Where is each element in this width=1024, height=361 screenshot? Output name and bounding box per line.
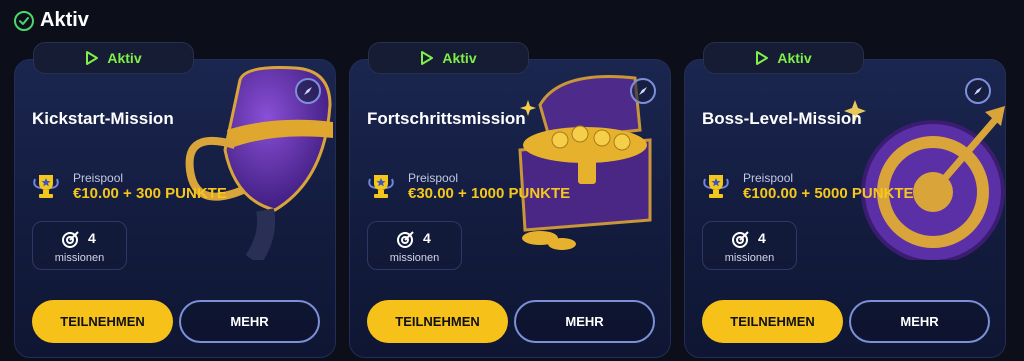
section-header: Aktiv	[14, 9, 89, 32]
compass-info-icon[interactable]	[295, 78, 321, 104]
play-icon	[421, 51, 434, 65]
missions-count: 4	[423, 230, 431, 246]
missions-count: 4	[88, 230, 96, 246]
status-label: Aktiv	[442, 50, 477, 66]
join-button[interactable]: TEILNEHMEN	[702, 300, 843, 343]
pool-label: Preispool	[743, 171, 794, 185]
mission-card-fortschritt: Aktiv Fortschrittsmission Preispool €30.…	[349, 42, 671, 358]
prize-trophy-icon	[703, 175, 729, 198]
target-icon	[62, 231, 79, 248]
section-title: Aktiv	[40, 9, 89, 31]
prize-trophy-icon	[33, 175, 59, 198]
compass-info-icon[interactable]	[965, 78, 991, 104]
card-title: Fortschrittsmission	[367, 109, 526, 128]
target-icon	[397, 231, 414, 248]
join-button[interactable]: TEILNEHMEN	[32, 300, 173, 343]
missions-count-box: 4 missionen	[32, 221, 127, 270]
play-icon	[86, 51, 99, 65]
pool-value: €30.00 + 1000 PUNKTE	[408, 185, 571, 202]
missions-count: 4	[758, 230, 766, 246]
play-icon	[756, 51, 769, 65]
join-button[interactable]: TEILNEHMEN	[367, 300, 508, 343]
more-button[interactable]: MEHR	[849, 300, 990, 343]
pool-label: Preispool	[73, 171, 124, 185]
prize-trophy-icon	[368, 175, 394, 198]
status-tab: Aktiv	[368, 42, 529, 74]
check-circle-icon	[14, 10, 34, 31]
mission-card-kickstart: Aktiv Kickstart-Mission Preispool €10.00…	[14, 42, 336, 358]
missions-count-box: 4 missionen	[367, 221, 462, 270]
pool-value: €10.00 + 300 PUNKTE	[73, 185, 227, 202]
mission-card-boss-level: Aktiv Boss-Level-Mission Preispool €100.…	[684, 42, 1006, 358]
mission-card-body: Fortschrittsmission Preispool €30.00 + 1…	[349, 59, 671, 358]
missions-label: missionen	[54, 252, 105, 264]
card-title: Kickstart-Mission	[32, 109, 174, 128]
target-icon	[732, 231, 749, 248]
compass-info-icon[interactable]	[630, 78, 656, 104]
status-label: Aktiv	[777, 50, 812, 66]
status-label: Aktiv	[107, 50, 142, 66]
more-button[interactable]: MEHR	[179, 300, 320, 343]
more-button[interactable]: MEHR	[514, 300, 655, 343]
status-tab: Aktiv	[33, 42, 194, 74]
missions-count-box: 4 missionen	[702, 221, 797, 270]
status-tab: Aktiv	[703, 42, 864, 74]
mission-card-body: Kickstart-Mission Preispool €10.00 + 300…	[14, 59, 336, 358]
missions-label: missionen	[389, 252, 440, 264]
missions-label: missionen	[724, 252, 775, 264]
pool-label: Preispool	[408, 171, 459, 185]
pool-value: €100.00 + 5000 PUNKTE	[743, 185, 914, 202]
mission-card-body: Boss-Level-Mission Preispool €100.00 + 5…	[684, 59, 1006, 358]
card-title: Boss-Level-Mission	[702, 109, 862, 128]
